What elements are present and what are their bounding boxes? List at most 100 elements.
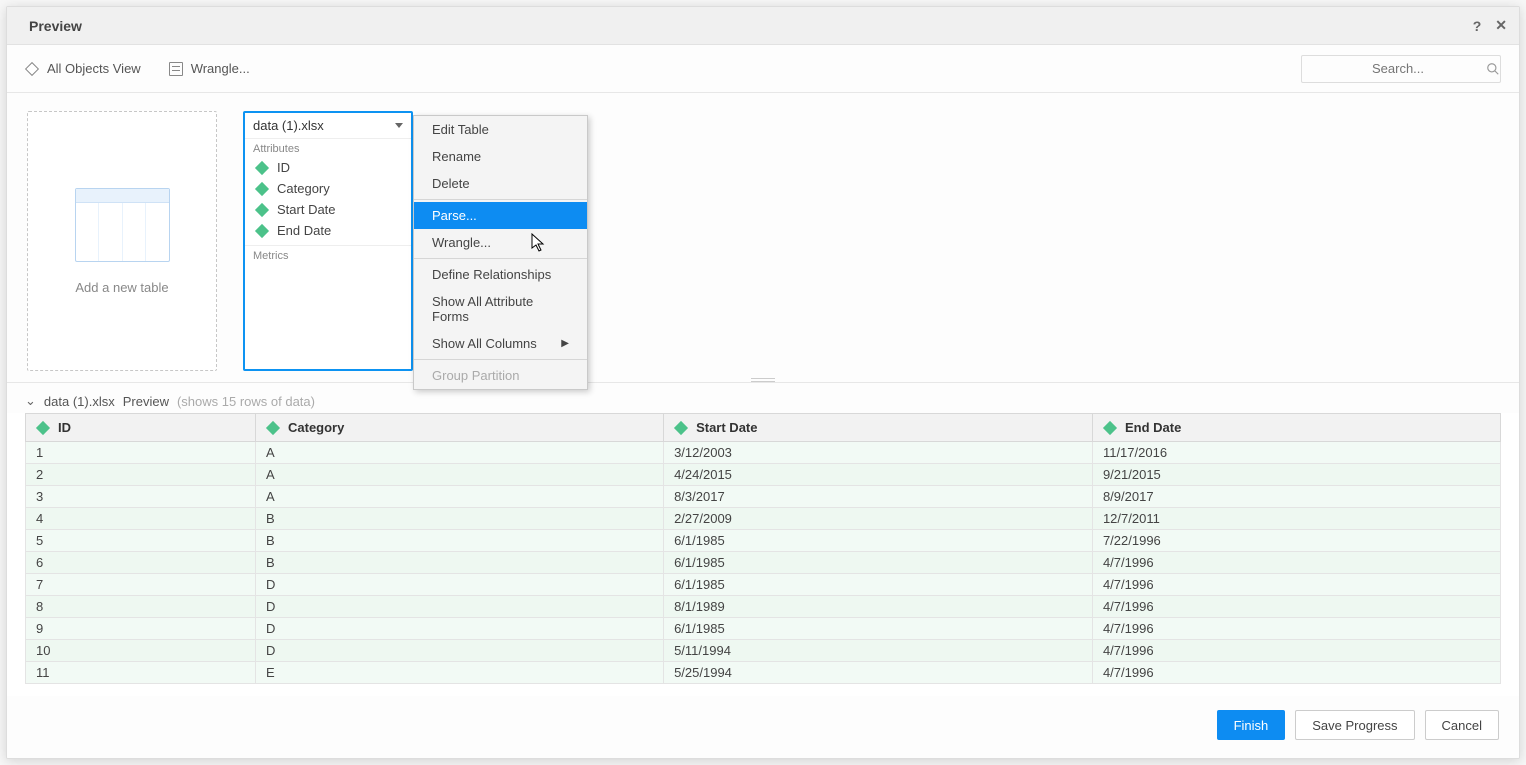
table-cell: B (256, 508, 664, 530)
table-card[interactable]: data (1).xlsx Attributes ID Category Start… (243, 111, 413, 371)
menu-wrangle[interactable]: Wrangle... (414, 229, 587, 256)
attribute-item[interactable]: Start Date (249, 199, 407, 220)
table-row[interactable]: 6B6/1/19854/7/1996 (26, 552, 1501, 574)
attribute-item[interactable]: End Date (249, 220, 407, 241)
table-cell: 5/25/1994 (664, 662, 1093, 684)
preview-modal: Preview ? ✕ All Objects View Wrangle... (6, 6, 1520, 759)
menu-group-partition: Group Partition (414, 362, 587, 389)
menu-show-all-attribute-forms[interactable]: Show All Attribute Forms (414, 288, 587, 330)
menu-edit-table[interactable]: Edit Table (414, 116, 587, 143)
metrics-section-label: Metrics (245, 246, 411, 264)
context-menu: Edit Table Rename Delete Parse... Wrangl… (413, 115, 588, 390)
preview-table-wrapper: ID Category Start Date End Date 1A3/12/2003… (7, 413, 1519, 696)
attribute-label: Category (277, 181, 330, 196)
add-table-label: Add a new table (75, 280, 168, 295)
table-card-title: data (1).xlsx (253, 118, 324, 133)
search-icon (1486, 62, 1500, 76)
modal-header: Preview ? ✕ (7, 7, 1519, 45)
all-objects-view-button[interactable]: All Objects View (25, 61, 141, 76)
save-progress-button[interactable]: Save Progress (1295, 710, 1414, 740)
table-row[interactable]: 2A4/24/20159/21/2015 (26, 464, 1501, 486)
table-cell: D (256, 596, 664, 618)
menu-define-relationships[interactable]: Define Relationships (414, 261, 587, 288)
table-cell: 10 (26, 640, 256, 662)
search-input[interactable] (1310, 61, 1486, 76)
table-row[interactable]: 11E5/25/19944/7/1996 (26, 662, 1501, 684)
table-cell: 4/7/1996 (1092, 596, 1500, 618)
table-cell: 7 (26, 574, 256, 596)
panel-resize-handle[interactable] (748, 377, 778, 383)
attribute-label: ID (277, 160, 290, 175)
table-row[interactable]: 1A3/12/200311/17/2016 (26, 442, 1501, 464)
search-box[interactable] (1301, 55, 1501, 83)
attribute-diamond-icon (255, 181, 269, 195)
column-label: Start Date (696, 420, 757, 435)
add-new-table-button[interactable]: Add a new table (27, 111, 217, 371)
table-cell: D (256, 640, 664, 662)
toolbar: All Objects View Wrangle... (7, 45, 1519, 93)
column-header[interactable]: Category (256, 414, 664, 442)
chevron-down-icon[interactable] (395, 123, 403, 128)
column-header[interactable]: ID (26, 414, 256, 442)
attribute-label: Start Date (277, 202, 336, 217)
table-row[interactable]: 3A8/3/20178/9/2017 (26, 486, 1501, 508)
help-button[interactable]: ? (1473, 18, 1482, 34)
menu-show-all-columns[interactable]: Show All Columns▶ (414, 330, 587, 357)
finish-button[interactable]: Finish (1217, 710, 1286, 740)
column-label: Category (288, 420, 344, 435)
attribute-diamond-icon (255, 160, 269, 174)
table-cell: 3 (26, 486, 256, 508)
table-cell: 11 (26, 662, 256, 684)
preview-table: ID Category Start Date End Date 1A3/12/2003… (25, 413, 1501, 684)
attribute-item[interactable]: Category (249, 178, 407, 199)
table-row[interactable]: 9D6/1/19854/7/1996 (26, 618, 1501, 640)
table-cell: 9/21/2015 (1092, 464, 1500, 486)
table-cell: 1 (26, 442, 256, 464)
wrangle-button[interactable]: Wrangle... (169, 61, 250, 76)
close-button[interactable]: ✕ (1495, 17, 1507, 34)
table-cell: 6/1/1985 (664, 574, 1093, 596)
column-header[interactable]: End Date (1092, 414, 1500, 442)
table-row[interactable]: 8D8/1/19894/7/1996 (26, 596, 1501, 618)
table-cell: 8/1/1989 (664, 596, 1093, 618)
table-row[interactable]: 10D5/11/19944/7/1996 (26, 640, 1501, 662)
table-cell: 4/7/1996 (1092, 640, 1500, 662)
collapse-caret[interactable]: ⌄ (25, 393, 36, 409)
table-cell: A (256, 442, 664, 464)
table-cell: 9 (26, 618, 256, 640)
table-cell: D (256, 574, 664, 596)
table-cell: 12/7/2011 (1092, 508, 1500, 530)
attribute-label: End Date (277, 223, 331, 238)
table-cell: 7/22/1996 (1092, 530, 1500, 552)
table-cell: 4 (26, 508, 256, 530)
footer: Finish Save Progress Cancel (7, 696, 1519, 758)
attribute-item[interactable]: ID (249, 157, 407, 178)
attributes-section-label: Attributes (245, 139, 411, 157)
table-cell: 8 (26, 596, 256, 618)
column-label: ID (58, 420, 71, 435)
preview-label: Preview (123, 394, 169, 409)
table-row[interactable]: 5B6/1/19857/22/1996 (26, 530, 1501, 552)
wrangle-icon (169, 62, 183, 76)
table-cell: B (256, 552, 664, 574)
table-cell: 4/24/2015 (664, 464, 1093, 486)
attribute-diamond-icon (255, 202, 269, 216)
table-cell: 2/27/2009 (664, 508, 1093, 530)
preview-file: data (1).xlsx (44, 394, 115, 409)
table-cell: 4/7/1996 (1092, 574, 1500, 596)
table-cell: 6/1/1985 (664, 552, 1093, 574)
table-cell: 6/1/1985 (664, 618, 1093, 640)
all-objects-label: All Objects View (47, 61, 141, 76)
table-row[interactable]: 4B2/27/200912/7/2011 (26, 508, 1501, 530)
cancel-button[interactable]: Cancel (1425, 710, 1499, 740)
table-cell: 5/11/1994 (664, 640, 1093, 662)
preview-rows-hint: (shows 15 rows of data) (177, 394, 315, 409)
column-header[interactable]: Start Date (664, 414, 1093, 442)
menu-delete[interactable]: Delete (414, 170, 587, 197)
table-card-header[interactable]: data (1).xlsx (245, 113, 411, 139)
menu-parse[interactable]: Parse... (414, 202, 587, 229)
table-row[interactable]: 7D6/1/19854/7/1996 (26, 574, 1501, 596)
menu-rename[interactable]: Rename (414, 143, 587, 170)
table-cell: 6 (26, 552, 256, 574)
table-cell: 3/12/2003 (664, 442, 1093, 464)
